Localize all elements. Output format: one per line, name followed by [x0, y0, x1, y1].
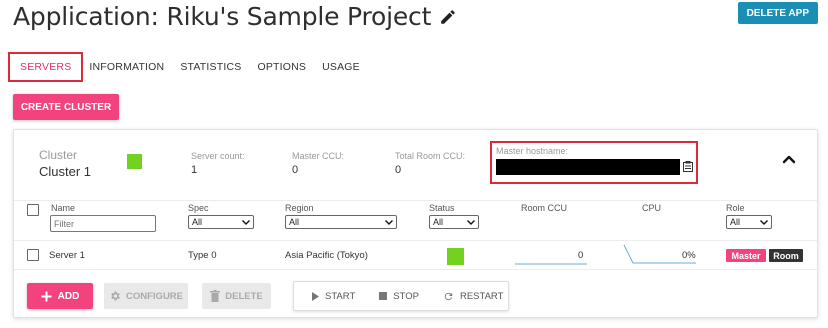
total-room-ccu-value: 0: [395, 164, 402, 176]
master-ccu-label: Master CCU:: [292, 151, 345, 161]
region-filter-value: All: [289, 217, 300, 227]
master-role-badge: Master: [726, 249, 766, 262]
column-cpu: CPU: [642, 203, 662, 213]
chevron-down-icon: [467, 219, 475, 225]
server-status-indicator: [447, 248, 464, 265]
master-ccu-value: 0: [292, 164, 299, 176]
spec-filter-select[interactable]: All: [188, 215, 254, 229]
status-filter-select[interactable]: All: [429, 215, 479, 229]
column-room-ccu: Room CCU: [521, 203, 568, 213]
tab-bar: SERVERS INFORMATION STATISTICS OPTIONS U…: [8, 52, 368, 82]
spec-filter-value: All: [192, 217, 203, 227]
cluster-card: Cluster Cluster 1 Server count: 1 Master…: [13, 129, 818, 318]
delete-app-button[interactable]: DELETE APP: [737, 2, 818, 24]
region-filter-select[interactable]: All: [285, 215, 397, 229]
select-all-checkbox[interactable]: [27, 204, 39, 216]
pencil-icon[interactable]: [439, 8, 457, 26]
chevron-down-icon: [760, 219, 768, 225]
tab-statistics[interactable]: STATISTICS: [172, 52, 249, 82]
server-count-value: 1: [191, 164, 198, 176]
cluster-label: Cluster: [39, 148, 78, 162]
server-room-ccu: 0: [578, 250, 584, 261]
server-count-label: Server count:: [191, 151, 245, 161]
column-name: Name: [51, 203, 76, 213]
column-status: Status: [429, 203, 455, 213]
stop-label: STOP: [393, 290, 419, 302]
stop-icon: [379, 292, 388, 300]
server-region: Asia Pacific (Tokyo): [285, 250, 368, 261]
start-button[interactable]: START: [312, 281, 355, 311]
column-role: Role: [726, 203, 745, 213]
master-hostname-field: Master hostname:: [490, 141, 698, 184]
server-cpu: 0%: [682, 250, 696, 261]
create-cluster-button[interactable]: CREATE CLUSTER: [13, 94, 119, 120]
copy-icon[interactable]: [683, 161, 693, 172]
cluster-name: Cluster 1: [39, 164, 92, 179]
chevron-up-icon[interactable]: [782, 154, 796, 164]
tab-information[interactable]: INFORMATION: [83, 52, 172, 82]
server-spec: Type 0: [188, 250, 217, 261]
room-ccu-sparkline: [515, 263, 587, 265]
delete-label: DELETE: [225, 290, 263, 302]
restart-label: RESTART: [459, 290, 504, 302]
table-header: Name Spec All Region All Status All Room…: [14, 200, 817, 240]
cluster-header: Cluster Cluster 1 Server count: 1 Master…: [14, 130, 817, 188]
status-filter-value: All: [433, 217, 444, 227]
play-icon: [312, 291, 319, 301]
add-server-button[interactable]: ADD: [27, 283, 93, 309]
gear-icon: [111, 291, 120, 301]
server-name: Server 1: [49, 250, 85, 261]
name-filter-input[interactable]: [50, 215, 156, 232]
master-hostname-label: Master hostname:: [496, 146, 569, 156]
row-checkbox[interactable]: [27, 249, 39, 261]
tab-options[interactable]: OPTIONS: [249, 52, 314, 82]
tab-usage[interactable]: USAGE: [314, 52, 368, 82]
page-title: Application: Riku's Sample Project: [13, 2, 457, 31]
chevron-down-icon: [385, 219, 393, 225]
tab-servers[interactable]: SERVERS: [8, 52, 84, 82]
stop-button[interactable]: STOP: [379, 281, 419, 311]
delete-server-button[interactable]: DELETE: [202, 283, 271, 309]
column-spec: Spec: [188, 203, 209, 213]
cluster-status-indicator: [127, 154, 142, 169]
configure-button[interactable]: CONFIGURE: [104, 283, 188, 309]
restart-icon: [444, 292, 453, 300]
total-room-ccu-label: Total Room CCU:: [395, 151, 466, 161]
configure-label: CONFIGURE: [126, 290, 183, 302]
plus-icon: [41, 291, 52, 301]
table-row[interactable]: Server 1 Type 0 Asia Pacific (Tokyo) 0 0…: [14, 240, 817, 270]
restart-button[interactable]: RESTART: [443, 281, 503, 311]
app-title-text: Application: Riku's Sample Project: [13, 2, 432, 31]
role-filter-value: All: [730, 217, 741, 227]
role-filter-select[interactable]: All: [726, 215, 772, 229]
start-label: START: [325, 290, 356, 302]
column-region: Region: [285, 203, 314, 213]
trash-icon: [210, 290, 221, 302]
add-label: ADD: [57, 290, 80, 302]
room-role-badge: Room: [769, 249, 803, 262]
server-control-group: START STOP RESTART: [293, 281, 509, 311]
server-actions: ADD CONFIGURE DELETE START STOP RESTART: [14, 278, 817, 312]
master-hostname-redacted: [496, 159, 680, 175]
chevron-down-icon: [242, 219, 250, 225]
